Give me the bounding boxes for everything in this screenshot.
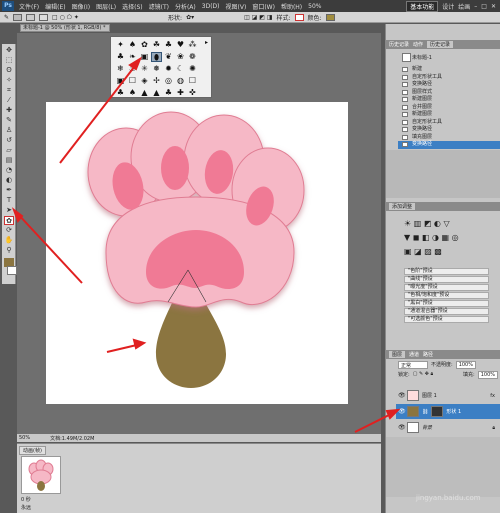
annotation-arrows [11,56,401,433]
arrow-to-tool [16,212,83,284]
arrow-to-popup [59,61,139,164]
